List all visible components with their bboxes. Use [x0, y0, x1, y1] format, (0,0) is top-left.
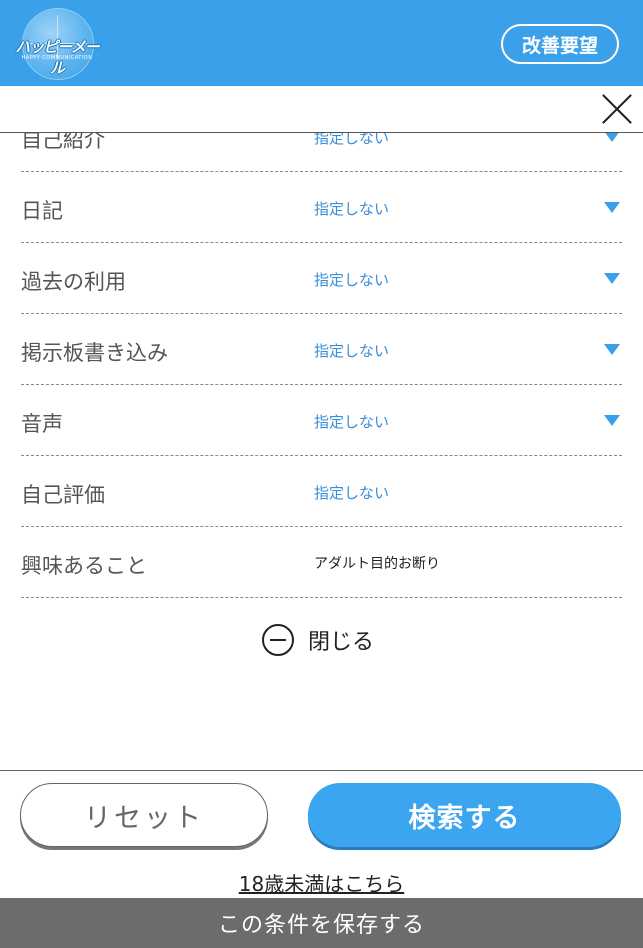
modal-close-bar [0, 86, 643, 133]
condition-select[interactable]: 指定しない [314, 269, 389, 290]
condition-row-interests[interactable]: 興味あること アダルト目的お断り [21, 527, 622, 598]
condition-label: 過去の利用 [21, 270, 126, 294]
condition-select[interactable]: 指定しない [314, 411, 389, 432]
dropdown-arrow-icon[interactable] [604, 202, 620, 213]
dropdown-arrow-icon[interactable] [604, 273, 620, 284]
app-header: ハッピーメール HAPPY COMMUNICATION 改善要望 [0, 0, 643, 86]
condition-row-board-posts[interactable]: 掲示板書き込み 指定しない [21, 314, 622, 385]
condition-value[interactable]: アダルト目的お断り [314, 553, 440, 573]
search-condition-list: 自己紹介 指定しない 日記 指定しない 過去の利用 指定しない 掲示板書き込み … [0, 101, 643, 598]
condition-row-diary[interactable]: 日記 指定しない [21, 172, 622, 243]
condition-label: 掲示板書き込み [21, 341, 168, 365]
search-button[interactable]: 検索する [308, 783, 621, 847]
minus-circle-icon [262, 624, 294, 656]
collapse-label: 閉じる [308, 630, 375, 655]
condition-label: 自己評価 [21, 483, 105, 507]
save-conditions-button[interactable]: この条件を保存する [0, 898, 643, 948]
logo-subtext: HAPPY COMMUNICATION [21, 55, 93, 61]
dropdown-arrow-icon[interactable] [604, 344, 620, 355]
condition-row-past-usage[interactable]: 過去の利用 指定しない [21, 243, 622, 314]
improvement-request-button[interactable]: 改善要望 [501, 24, 619, 64]
condition-label: 音声 [21, 412, 63, 436]
divider [0, 770, 643, 771]
condition-select[interactable]: 指定しない [314, 482, 389, 503]
reset-button[interactable]: リセット [20, 783, 268, 847]
condition-select[interactable]: 指定しない [314, 340, 389, 361]
collapse-toggle[interactable]: 閉じる [262, 622, 374, 658]
happymail-logo[interactable]: ハッピーメール HAPPY COMMUNICATION [10, 8, 104, 80]
condition-row-voice[interactable]: 音声 指定しない [21, 385, 622, 456]
condition-select[interactable]: 指定しない [314, 198, 389, 219]
close-icon[interactable] [601, 93, 633, 125]
condition-label: 日記 [21, 199, 63, 223]
condition-label: 興味あること [21, 554, 147, 578]
under-18-link[interactable]: 18歳未満はこちら [0, 868, 643, 897]
condition-row-self-evaluation[interactable]: 自己評価 指定しない [21, 456, 622, 527]
dropdown-arrow-icon[interactable] [604, 415, 620, 426]
